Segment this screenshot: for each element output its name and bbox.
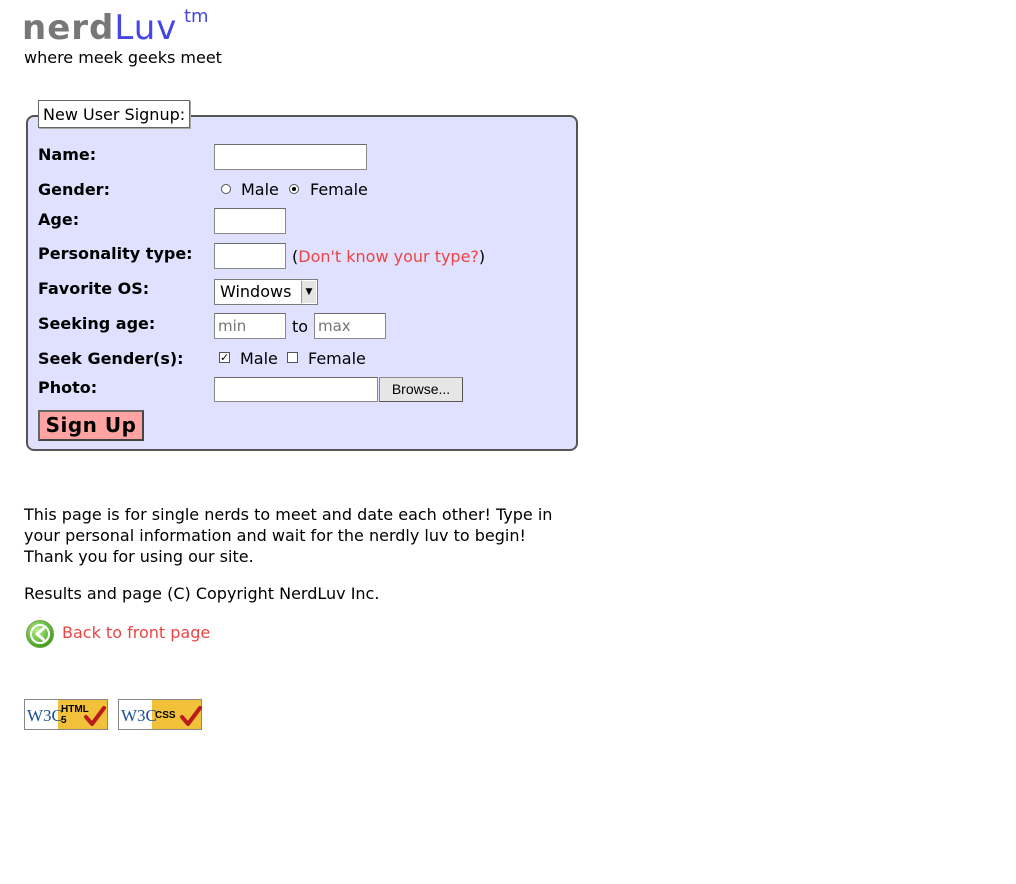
logo-nerd-text: nerd <box>22 8 115 48</box>
gender-female-label: Female <box>310 180 368 199</box>
seeking-to-text: to <box>292 317 309 336</box>
w3c-text-css: W3C <box>121 706 157 725</box>
gender-male-label: Male <box>241 180 279 199</box>
copyright-text: Results and page (C) Copyright NerdLuv I… <box>24 584 380 603</box>
help-close-paren: ) <box>478 247 486 266</box>
seek-female-checkbox[interactable] <box>287 352 298 363</box>
os-select[interactable]: Windows ▼ <box>214 279 318 305</box>
tagline: where meek geeks meet <box>24 48 222 67</box>
w3c-text-html: W3C <box>27 706 63 725</box>
w3c-css-badge[interactable]: W3C CSS <box>118 699 202 730</box>
age-input[interactable] <box>214 208 286 234</box>
personality-label: Personality type: <box>38 244 193 263</box>
site-logo: nerdLuv tm <box>22 6 209 50</box>
chevron-down-icon[interactable]: ▼ <box>301 281 316 303</box>
signup-legend: New User Signup: <box>38 100 191 128</box>
os-select-value: Windows <box>220 282 292 301</box>
personality-help-link[interactable]: Don't know your type? <box>298 247 479 266</box>
w3c-html5-badge[interactable]: W3C HTML 5 <box>24 699 108 730</box>
seek-male-checkbox[interactable]: ✓ <box>219 352 230 363</box>
sign-up-button[interactable]: Sign Up <box>38 410 144 441</box>
name-label: Name: <box>38 145 97 164</box>
back-to-front-link[interactable]: Back to front page <box>62 623 210 643</box>
name-input[interactable] <box>214 144 367 170</box>
seek-gender-label: Seek Gender(s): <box>38 349 184 368</box>
browse-button[interactable]: Browse... <box>379 377 463 402</box>
seek-female-label: Female <box>308 349 366 368</box>
personality-help: (Don't know your type?) <box>292 247 485 267</box>
seek-male-label: Male <box>240 349 278 368</box>
photo-label: Photo: <box>38 378 98 397</box>
logo-luv-text: Luv <box>114 8 178 48</box>
age-label: Age: <box>38 210 80 229</box>
intro-text: This page is for single nerds to meet an… <box>24 505 553 566</box>
logo-trademark: tm <box>184 6 209 27</box>
seeking-max-input[interactable] <box>314 313 386 339</box>
personality-input[interactable] <box>214 243 286 269</box>
badge-css-text: CSS <box>155 710 176 721</box>
back-arrow-icon[interactable] <box>25 619 55 649</box>
seeking-age-label: Seeking age: <box>38 314 156 333</box>
gender-female-radio[interactable] <box>289 184 299 194</box>
badge-html5-text: 5 <box>61 715 67 726</box>
os-label: Favorite OS: <box>38 279 150 298</box>
gender-label: Gender: <box>38 180 110 199</box>
gender-male-radio[interactable] <box>221 184 231 194</box>
seeking-min-input[interactable] <box>214 313 286 339</box>
badge-html-text: HTML <box>61 704 89 715</box>
photo-file-input[interactable] <box>214 377 378 402</box>
